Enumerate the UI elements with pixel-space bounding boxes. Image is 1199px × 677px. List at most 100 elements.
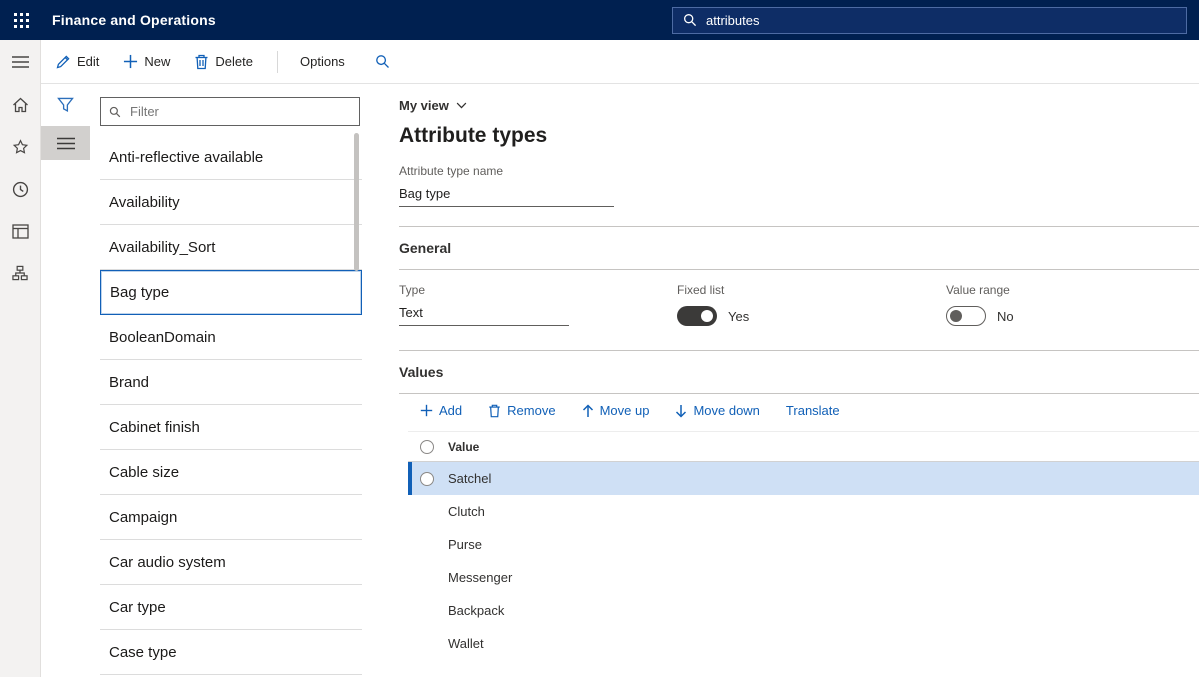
list-item[interactable]: Cabinet finish (100, 405, 362, 450)
nav-modules-button[interactable] (0, 252, 41, 294)
nav-favorites-button[interactable] (0, 126, 41, 168)
list-item[interactable]: Campaign (100, 495, 362, 540)
list-item[interactable]: Availability (100, 180, 362, 225)
pencil-icon (55, 54, 71, 70)
value-cell: Clutch (448, 504, 485, 519)
value-cell: Purse (448, 537, 482, 552)
type-field: Type (399, 283, 677, 326)
fixed-list-toggle[interactable] (677, 306, 717, 326)
general-fields: Type Fixed list Yes Value range (399, 270, 1199, 350)
fixed-list-label: Fixed list (677, 283, 946, 297)
values-grid: Value Satchel Clutch Purse Messenger Backpac… (408, 431, 1199, 660)
move-down-label: Move down (693, 403, 759, 418)
list-item[interactable]: Car type (100, 585, 362, 630)
page-search-button[interactable] (375, 54, 390, 69)
grid-row[interactable]: Wallet (408, 627, 1199, 660)
list-item[interactable]: Brand (100, 360, 362, 405)
general-section-header[interactable]: General (399, 227, 1199, 269)
row-select-radio[interactable] (420, 472, 434, 486)
values-section-header[interactable]: Values (399, 351, 1199, 393)
type-field-label: Type (399, 283, 677, 297)
remove-label: Remove (507, 403, 555, 418)
app-title: Finance and Operations (52, 12, 216, 28)
trash-icon (488, 404, 501, 418)
list-item[interactable]: Bag type (100, 270, 362, 315)
list-item[interactable]: Cable size (100, 450, 362, 495)
values-grid-header: Value (408, 431, 1199, 462)
search-icon (683, 13, 697, 27)
nav-recent-button[interactable] (0, 168, 41, 210)
list-item[interactable]: Case type (100, 630, 362, 675)
view-selector[interactable]: My view (399, 98, 467, 113)
nav-home-button[interactable] (0, 84, 41, 126)
values-grid-body: Satchel Clutch Purse Messenger Backpack Walle… (408, 462, 1199, 660)
app-shell: Edit New Delete Options (0, 40, 1199, 677)
list-pane-icon (57, 137, 75, 150)
translate-button[interactable]: Translate (786, 403, 840, 418)
toggle-knob (701, 310, 713, 322)
filter-pane-button[interactable] (41, 92, 90, 118)
value-range-toggle[interactable] (946, 306, 986, 326)
select-all-radio[interactable] (420, 440, 434, 454)
left-nav-rail (0, 40, 41, 677)
grid-row[interactable]: Satchel (408, 462, 1199, 495)
arrow-down-icon (675, 404, 687, 418)
action-bar: Edit New Delete Options (41, 40, 1199, 84)
delete-button[interactable]: Delete (194, 54, 253, 70)
view-selector-label: My view (399, 98, 449, 113)
edit-label: Edit (77, 54, 99, 69)
list-item[interactable]: Car audio system (100, 540, 362, 585)
plus-icon (420, 404, 433, 417)
clock-icon (12, 181, 29, 198)
plus-icon (123, 54, 138, 69)
list-filter-input[interactable] (128, 103, 351, 120)
value-column-header[interactable]: Value (448, 440, 479, 454)
move-down-button[interactable]: Move down (675, 403, 759, 418)
star-icon (12, 139, 29, 155)
type-field-input[interactable] (399, 300, 569, 326)
add-label: Add (439, 403, 462, 418)
add-value-button[interactable]: Add (420, 403, 462, 418)
search-icon (375, 54, 390, 69)
list-scrollbar-thumb[interactable] (354, 133, 359, 271)
sitemap-icon (12, 265, 28, 281)
attribute-list-panel: Anti-reflective availableAvailabilityAva… (90, 84, 362, 677)
list-item[interactable]: Anti-reflective available (100, 135, 362, 180)
nav-menu-button[interactable] (0, 40, 41, 84)
content-column: Edit New Delete Options (41, 40, 1199, 677)
fixed-list-state: Yes (728, 309, 749, 324)
top-navigation-bar: Finance and Operations attributes (0, 0, 1199, 40)
home-icon (12, 97, 29, 113)
remove-value-button[interactable]: Remove (488, 403, 555, 418)
values-toolbar: Add Remove Move up (399, 394, 1199, 427)
move-up-label: Move up (600, 403, 650, 418)
global-search-value: attributes (706, 13, 759, 28)
workspace-window-icon (12, 224, 29, 239)
nav-workspaces-button[interactable] (0, 210, 41, 252)
grid-row[interactable]: Messenger (408, 561, 1199, 594)
list-item[interactable]: Availability_Sort (100, 225, 362, 270)
app-launcher-button[interactable] (0, 0, 42, 40)
page-title: Attribute types (399, 124, 1199, 148)
name-field-input[interactable] (399, 181, 614, 207)
move-up-button[interactable]: Move up (582, 403, 650, 418)
new-label: New (144, 54, 170, 69)
new-button[interactable]: New (123, 54, 170, 69)
list-item[interactable]: BooleanDomain (100, 315, 362, 360)
attribute-type-list: Anti-reflective availableAvailabilityAva… (100, 135, 362, 675)
toggle-knob (950, 310, 962, 322)
funnel-icon (57, 97, 74, 113)
options-button[interactable]: Options (300, 54, 345, 69)
list-filter-box[interactable] (100, 97, 360, 126)
value-cell: Backpack (448, 603, 504, 618)
edit-button[interactable]: Edit (55, 54, 99, 70)
grid-row[interactable]: Purse (408, 528, 1199, 561)
grid-row[interactable]: Backpack (408, 594, 1199, 627)
list-tool-rail (41, 84, 90, 677)
chevron-down-icon (456, 102, 467, 109)
value-cell: Messenger (448, 570, 512, 585)
global-search-box[interactable]: attributes (672, 7, 1187, 34)
arrow-up-icon (582, 404, 594, 418)
list-pane-button-selected[interactable] (41, 126, 90, 160)
grid-row[interactable]: Clutch (408, 495, 1199, 528)
